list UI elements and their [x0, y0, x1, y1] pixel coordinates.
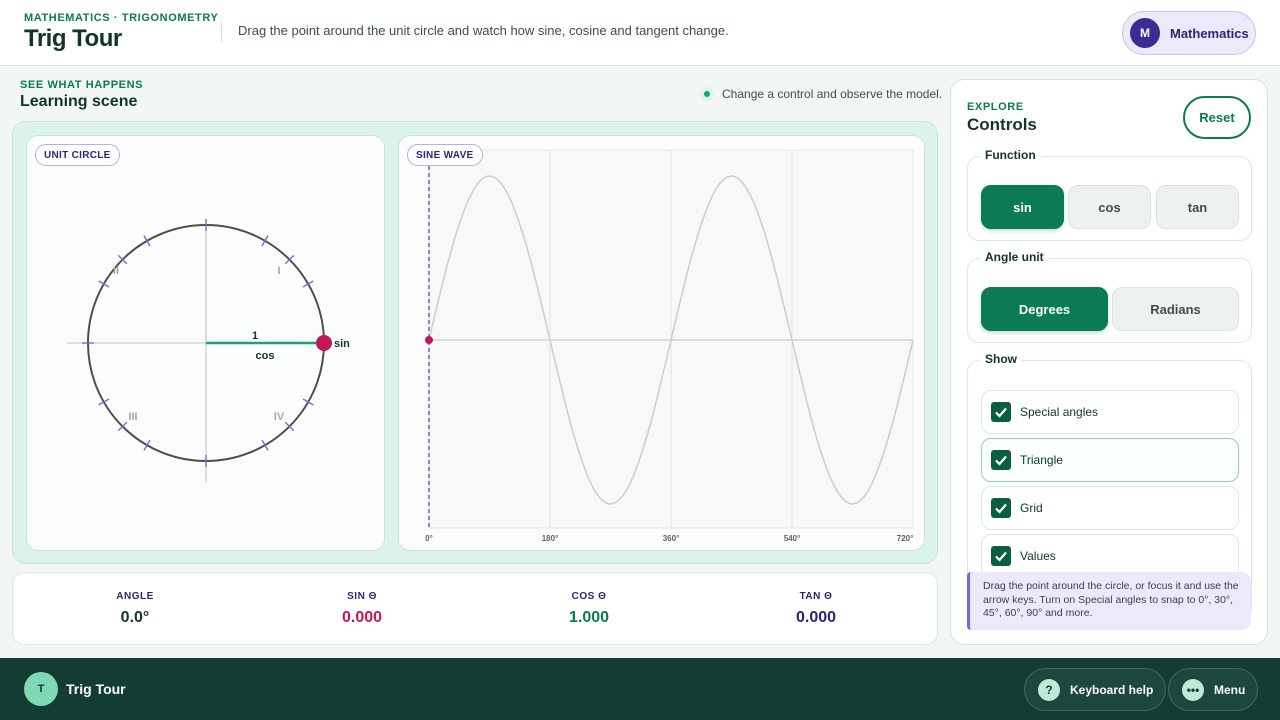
app-header: MATHEMATICS · TRIGONOMETRY Trig Tour Dra… — [0, 0, 1280, 66]
app-footer: T Trig Tour ? Keyboard help ••• Menu — [0, 658, 1280, 720]
readout-label: COS Θ — [571, 591, 607, 602]
question-icon: ? — [1038, 678, 1060, 701]
subject-label: Mathematics — [1170, 25, 1249, 41]
quadrant-label-ii: II — [113, 265, 119, 277]
function-sin-button[interactable]: sin — [981, 185, 1064, 229]
wave-angle-point — [425, 336, 433, 344]
function-fieldset: Function sin cos tan — [967, 148, 1252, 241]
reset-button[interactable]: Reset — [1183, 96, 1251, 139]
triangle-checkbox[interactable]: Triangle — [981, 438, 1239, 482]
readout-label: TAN Θ — [799, 591, 833, 602]
subject-eyebrow: MATHEMATICS · TRIGONOMETRY — [24, 12, 219, 24]
checkbox-checked-icon — [991, 450, 1011, 470]
x-tick-label: 540° — [784, 534, 801, 543]
radius-label: 1 — [252, 330, 258, 342]
menu-label: Menu — [1214, 682, 1246, 697]
learning-scene: II I III IV 1 cos sin UNIT CIRCLE 0° 180°… — [12, 121, 938, 564]
more-dots-icon: ••• — [1182, 678, 1204, 701]
special-angle-tick — [98, 398, 110, 406]
subject-avatar: M — [1130, 18, 1160, 48]
special-angle-tick — [302, 280, 314, 288]
unit-circle-canvas: II I III IV 1 cos sin — [67, 219, 350, 482]
value-readouts: ANGLE 0.0° SIN Θ 0.000 COS Θ 1.000 TAN Θ… — [12, 572, 938, 645]
special-angle-tick — [98, 280, 110, 288]
unit-circle-panel: II I III IV 1 cos sin UNIT CIRCLE — [26, 135, 385, 551]
controls-title: Controls — [967, 115, 1037, 134]
sine-wave-canvas: 0° 180° 360° 540° 720° — [425, 149, 914, 543]
function-tan-button[interactable]: tan — [1156, 185, 1239, 229]
cos-label: cos — [256, 350, 275, 362]
checkbox-label: Special angles — [1020, 405, 1099, 419]
checkbox-checked-icon — [991, 546, 1011, 566]
readout-value: 0.000 — [341, 609, 383, 626]
special-angle-tick — [143, 235, 151, 247]
keyboard-help-button[interactable]: ? Keyboard help — [1024, 668, 1167, 711]
special-angle-tick — [143, 439, 151, 451]
controls-panel: EXPLORE Controls Reset Function sin cos … — [950, 79, 1268, 645]
radians-button[interactable]: Radians — [1112, 287, 1239, 331]
app-title: Trig Tour — [24, 25, 122, 52]
scene-eyebrow: SEE WHAT HAPPENS — [20, 79, 144, 91]
quadrant-label-iii: III — [128, 411, 137, 423]
special-angle-tick — [261, 235, 269, 247]
x-tick-label: 720° — [897, 534, 914, 543]
checkbox-label: Grid — [1020, 501, 1043, 515]
checkbox-checked-icon — [991, 498, 1011, 518]
sine-wave-tag: SINE WAVE — [407, 144, 483, 166]
readout-value: 0.0° — [120, 609, 150, 626]
tan-readout: TAN Θ 0.000 — [716, 591, 916, 627]
readout-label: SIN Θ — [347, 591, 377, 602]
angle-unit-legend: Angle unit — [980, 250, 1049, 264]
scene-hint: Change a control and observe the model. — [700, 87, 942, 101]
x-tick-label: 0° — [425, 534, 433, 543]
angle-readout: ANGLE 0.0° — [35, 591, 235, 627]
quadrant-label-iv: IV — [274, 411, 285, 423]
readout-label: ANGLE — [116, 591, 154, 602]
readout-value: 1.000 — [568, 609, 610, 626]
degrees-button[interactable]: Degrees — [981, 287, 1108, 331]
checkbox-checked-icon — [991, 402, 1011, 422]
x-tick-labels: 0° 180° 360° 540° 720° — [425, 534, 913, 543]
sine-wave-panel: 0° 180° 360° 540° 720° SINE WAVE — [398, 135, 925, 551]
x-tick-label: 360° — [663, 534, 680, 543]
status-dot-icon — [700, 87, 714, 101]
sin-label: sin — [334, 338, 350, 350]
app-tagline: Drag the point around the unit circle an… — [238, 23, 729, 38]
readout-value: 0.000 — [795, 609, 837, 626]
scene-hint-text: Change a control and observe the model. — [722, 87, 943, 101]
function-cos-button[interactable]: cos — [1068, 185, 1151, 229]
scene-title: Learning scene — [20, 93, 138, 110]
unit-circle-tag: UNIT CIRCLE — [35, 144, 120, 166]
footer-title: Trig Tour — [66, 681, 126, 697]
special-angles-checkbox[interactable]: Special angles — [981, 390, 1239, 434]
header-divider — [221, 22, 222, 42]
angle-drag-handle[interactable] — [316, 335, 332, 351]
special-angle-tick — [261, 439, 269, 451]
sin-readout: SIN Θ 0.000 — [262, 591, 462, 627]
menu-button[interactable]: ••• Menu — [1168, 668, 1259, 711]
cos-readout: COS Θ 1.000 — [489, 591, 689, 627]
subject-chip-button[interactable]: M Mathematics — [1122, 11, 1256, 55]
app-avatar: T — [24, 672, 58, 706]
keyboard-help-label: Keyboard help — [1070, 682, 1154, 697]
checkbox-label: Values — [1020, 549, 1056, 563]
special-angle-tick — [302, 398, 314, 406]
x-tick-label: 180° — [542, 534, 559, 543]
controls-eyebrow: EXPLORE — [967, 101, 1024, 113]
help-note: Drag the point around the circle, or foc… — [967, 572, 1251, 630]
checkbox-label: Triangle — [1020, 453, 1063, 467]
function-legend: Function — [980, 148, 1041, 162]
angle-unit-fieldset: Angle unit Degrees Radians — [967, 250, 1252, 343]
show-legend: Show — [980, 352, 1022, 366]
grid-checkbox[interactable]: Grid — [981, 486, 1239, 530]
quadrant-label-i: I — [277, 265, 280, 277]
